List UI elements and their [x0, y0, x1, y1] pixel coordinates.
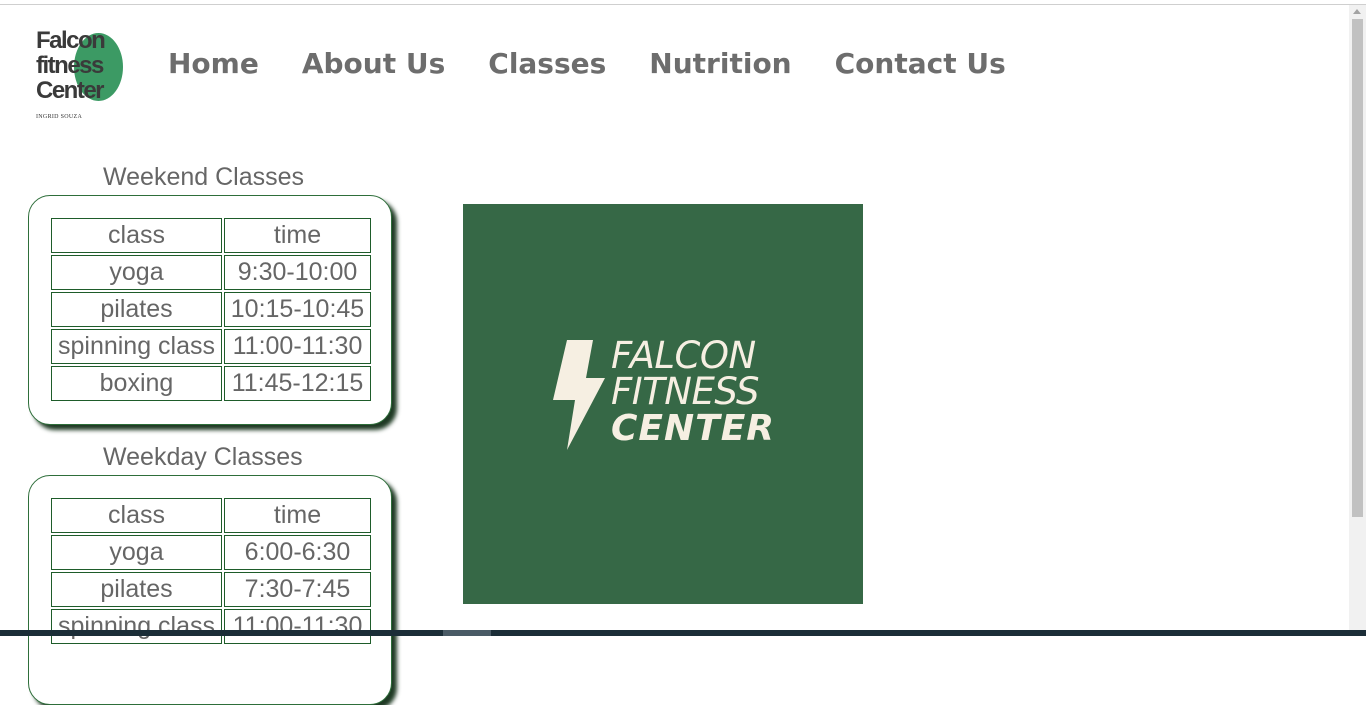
table-cell-time: 9:30-10:00	[224, 255, 371, 290]
table-row: yoga 9:30-10:00	[51, 255, 371, 290]
site-logo[interactable]: Falcon fitness Center INGRID SOUZA	[34, 28, 129, 124]
lightning-bolt-icon	[553, 340, 605, 450]
falcon-fitness-poster: FALCON FITNESS CENTER	[463, 204, 863, 604]
scrollbar-thumb[interactable]	[1352, 19, 1363, 517]
logo-line-3: Center	[36, 77, 105, 104]
table-header-class: class	[51, 218, 222, 253]
nav-classes[interactable]: Classes	[488, 46, 606, 82]
weekend-classes-title: Weekend Classes	[103, 163, 305, 191]
table-row: pilates 7:30-7:45	[51, 572, 371, 607]
table-row: pilates 10:15-10:45	[51, 292, 371, 327]
table-header-time: time	[224, 498, 371, 533]
table-header-class: class	[51, 498, 222, 533]
table-cell-time: 10:15-10:45	[224, 292, 371, 327]
table-cell-time: 11:00-11:30	[224, 329, 371, 364]
nav-home[interactable]: Home	[168, 46, 259, 82]
poster-line-1: FALCON	[611, 334, 756, 377]
table-cell-class: spinning class	[51, 329, 222, 364]
table-cell-time: 11:45-12:15	[224, 366, 371, 401]
table-cell-class: boxing	[51, 366, 222, 401]
table-cell-time: 7:30-7:45	[224, 572, 371, 607]
poster-line-2: FITNESS	[611, 370, 760, 413]
weekday-classes-table: class time yoga 6:00-6:30 pilates 7:30-7…	[49, 496, 373, 646]
table-cell-time: 6:00-6:30	[224, 535, 371, 570]
taskbar-active-segment[interactable]	[443, 630, 491, 636]
browser-top-edge	[0, 0, 1366, 5]
vertical-scrollbar[interactable]	[1349, 5, 1366, 630]
poster-line-3: CENTER	[611, 408, 776, 449]
table-header-row: class time	[51, 498, 371, 533]
nav-contact-us[interactable]: Contact Us	[835, 46, 1006, 82]
table-header-time: time	[224, 218, 371, 253]
table-row: spinning class 11:00-11:30	[51, 609, 371, 644]
table-cell-time: 11:00-11:30	[224, 609, 371, 644]
logo-line-2: fitness	[36, 52, 104, 79]
logo-subtitle: INGRID SOUZA	[36, 114, 83, 120]
logo-wordmark: Falcon fitness Center	[36, 27, 106, 104]
weekday-classes-title: Weekday Classes	[103, 443, 303, 471]
table-cell-class: yoga	[51, 535, 222, 570]
nav-nutrition[interactable]: Nutrition	[649, 46, 791, 82]
logo-line-1: Falcon	[36, 27, 106, 54]
table-cell-class: yoga	[51, 255, 222, 290]
poster-wordmark: FALCON FITNESS CENTER	[611, 334, 776, 449]
table-cell-class: spinning class	[51, 609, 222, 644]
table-row: spinning class 11:00-11:30	[51, 329, 371, 364]
weekend-classes-card: class time yoga 9:30-10:00 pilates 10:15…	[28, 195, 392, 425]
main-nav: Home About Us Classes Nutrition Contact …	[168, 46, 1049, 82]
weekend-classes-table: class time yoga 9:30-10:00 pilates 10:15…	[49, 216, 373, 403]
table-header-row: class time	[51, 218, 371, 253]
scroll-up-arrow-icon[interactable]	[1353, 9, 1361, 14]
table-cell-class: pilates	[51, 292, 222, 327]
nav-about-us[interactable]: About Us	[302, 46, 445, 82]
taskbar-edge	[0, 630, 1366, 636]
weekday-classes-card: class time yoga 6:00-6:30 pilates 7:30-7…	[28, 475, 392, 705]
table-row: boxing 11:45-12:15	[51, 366, 371, 401]
table-row: yoga 6:00-6:30	[51, 535, 371, 570]
table-cell-class: pilates	[51, 572, 222, 607]
